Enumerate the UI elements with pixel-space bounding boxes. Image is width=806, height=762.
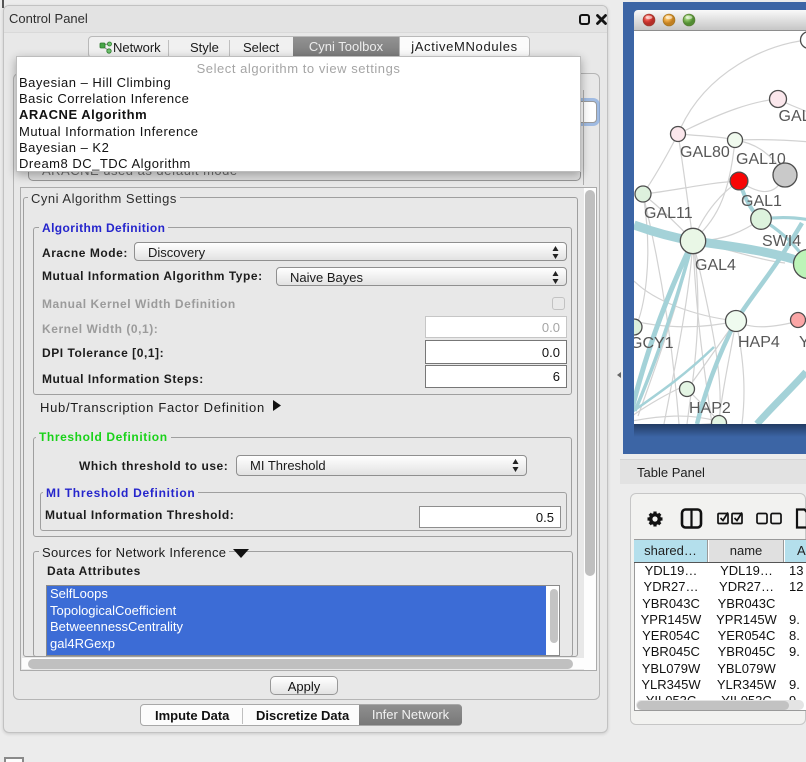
svg-text:GAL7: GAL7 — [779, 108, 806, 125]
svg-text:GAL80: GAL80 — [680, 144, 730, 161]
svg-text:GAL11: GAL11 — [644, 205, 693, 222]
svg-text:GAL4: GAL4 — [695, 257, 736, 274]
svg-text:HAP4: HAP4 — [738, 334, 780, 351]
svg-text:GAL1: GAL1 — [741, 193, 782, 210]
svg-text:Y: Y — [799, 334, 806, 351]
svg-text:GCY1: GCY1 — [634, 335, 674, 352]
svg-text:SWI4: SWI4 — [762, 233, 801, 250]
svg-text:GAL10: GAL10 — [736, 151, 786, 168]
svg-text:HAP2: HAP2 — [689, 400, 731, 417]
